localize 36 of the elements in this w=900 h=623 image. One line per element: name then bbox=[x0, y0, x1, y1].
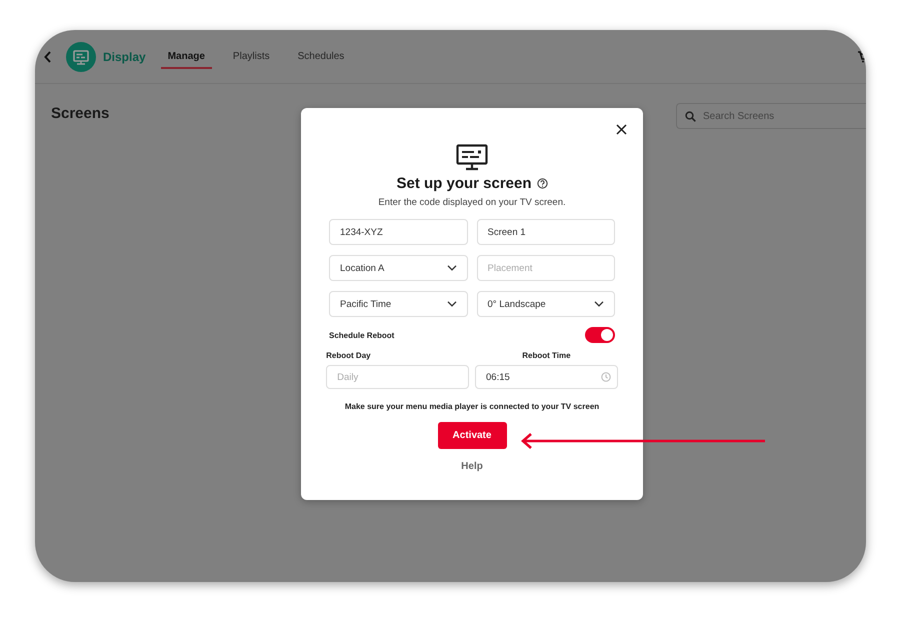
chevron-down-icon bbox=[446, 265, 456, 271]
field-label: Reboot Time bbox=[522, 351, 571, 360]
back-icon[interactable] bbox=[44, 50, 52, 62]
toggle-switch[interactable] bbox=[585, 327, 615, 343]
schedule-reboot-label: Schedule Reboot bbox=[329, 330, 394, 340]
text-field[interactable]: Screen 1 bbox=[476, 219, 615, 245]
dropdown-field[interactable]: 0° Landscape bbox=[476, 291, 615, 317]
dropdown-value: Pacific Time bbox=[340, 298, 392, 310]
chevron-down-icon bbox=[446, 301, 456, 307]
help-icon[interactable] bbox=[536, 178, 548, 189]
page-title: Screens bbox=[51, 105, 110, 122]
dialog-subtitle: Enter the code displayed on your TV screen. bbox=[378, 197, 566, 208]
dropdown-value: Location A bbox=[340, 262, 384, 274]
chevron-down-icon bbox=[594, 301, 604, 307]
help-link[interactable]: Help bbox=[461, 461, 483, 472]
close-icon[interactable] bbox=[616, 124, 627, 135]
monitor-logo-icon bbox=[66, 42, 96, 72]
clock-icon bbox=[600, 372, 611, 382]
connection-note: Make sure your menu media player is connected to your TV screen bbox=[344, 402, 600, 411]
text-field[interactable]: Placement bbox=[476, 255, 615, 281]
nav-tab[interactable]: Manage bbox=[160, 46, 212, 68]
text-field[interactable]: Daily bbox=[326, 365, 469, 389]
dropdown-field[interactable]: Location A bbox=[329, 255, 468, 281]
brand-name: Display bbox=[103, 50, 146, 64]
dropdown-value: 0° Landscape bbox=[488, 298, 546, 310]
search-field[interactable]: Search Screens bbox=[676, 103, 866, 129]
nav-tab[interactable]: Playlists bbox=[226, 46, 277, 68]
text-field[interactable]: 1234-XYZ bbox=[329, 219, 468, 245]
activate-button[interactable]: Activate bbox=[438, 422, 506, 449]
search-icon bbox=[685, 111, 696, 122]
monitor-icon bbox=[456, 144, 488, 171]
nav-tab[interactable]: Schedules bbox=[290, 46, 352, 68]
dialog-title: Set up your screen bbox=[396, 175, 532, 192]
time-field[interactable]: 06:15 bbox=[475, 365, 618, 389]
field-label: Reboot Day bbox=[326, 351, 372, 360]
dropdown-field[interactable]: Pacific Time bbox=[329, 291, 468, 317]
